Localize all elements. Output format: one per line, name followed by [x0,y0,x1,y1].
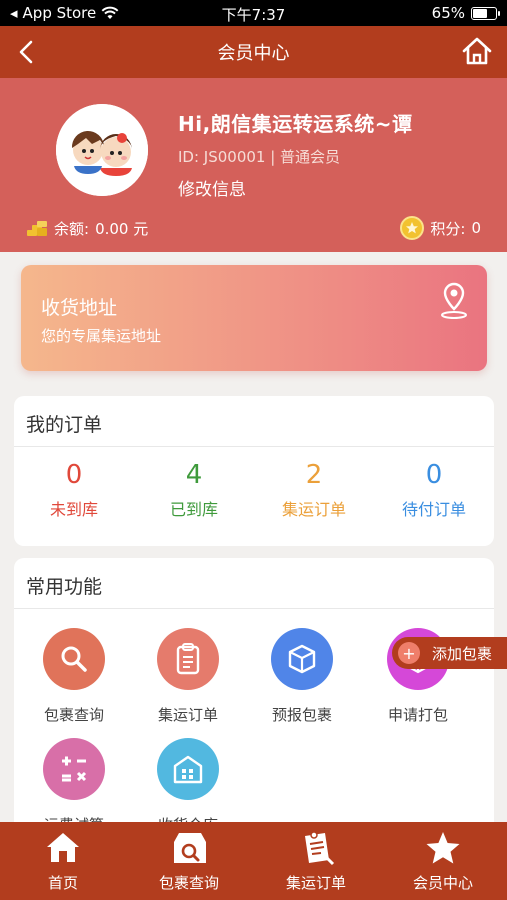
box-icon [288,644,316,674]
home-icon[interactable] [461,36,493,66]
func-label: 预报包裹 [271,706,332,724]
tab-label: 会员中心 [412,874,473,892]
func-icon-circle [271,628,333,690]
tab-home[interactable]: 首页 [0,822,126,900]
battery-percent: 65% [431,4,465,22]
func-consolidated-order[interactable]: 集运订单 [128,628,248,725]
points: 积分: 0 [400,216,481,240]
status-right: 65% [431,4,500,22]
order-stat-value: 0 [425,460,443,490]
order-stat-value: 2 [305,460,323,490]
page-title: 会员中心 [217,43,290,64]
func-icon-circle [43,628,105,690]
order-stat-unpaid[interactable]: 0 待付订单 [374,460,494,520]
shipping-address-card[interactable]: 收货地址 您的专属集运地址 [21,265,487,371]
my-orders-card: 我的订单 0 未到库 4 已到库 2 集运订单 0 待付订单 [14,396,494,546]
coins-icon [27,220,47,236]
func-parcel-search[interactable]: 包裹查询 [14,628,134,725]
points-coin-icon [400,216,425,240]
plus-icon: + [398,642,420,664]
user-name: Hi,朗信集运转运系统~谭 [178,112,413,136]
func-forecast-parcel[interactable]: 预报包裹 [242,628,362,725]
add-parcel-label: 添加包裹 [432,644,493,663]
balance-label: 余额: [54,220,90,238]
order-stat-not-arrived[interactable]: 0 未到库 [14,460,134,520]
common-functions-card: 常用功能 包裹查询 集运订单 预报包裹 申请打包 [14,558,494,838]
balance: 余额: 0.00 元 [26,218,148,239]
parcel-search-icon [174,833,206,863]
order-stat-value: 0 [65,460,83,490]
orders-title: 我的订单 [26,414,103,436]
tab-label: 包裹查询 [158,874,219,892]
add-parcel-button[interactable]: + 添加包裹 [392,637,507,669]
func-label: 包裹查询 [43,706,104,724]
functions-title: 常用功能 [26,576,103,598]
address-title: 收货地址 [41,297,118,319]
clipboard-icon [176,643,200,675]
home-icon [47,833,79,862]
func-icon-circle [157,628,219,690]
warehouse-icon [173,755,203,784]
address-subtitle: 您的专属集运地址 [41,327,162,345]
star-icon [426,832,460,864]
search-icon [61,646,87,672]
order-stat-label: 已到库 [169,500,218,519]
func-shipping-calculator[interactable]: 运费试算 [14,738,134,835]
order-stat-label: 待付订单 [401,500,466,519]
location-pin-icon [441,282,467,319]
func-icon-circle [157,738,219,800]
calculator-icon [62,756,87,782]
divider [14,608,494,609]
profile-header: Hi,朗信集运转运系统~谭 ID: JS00001 | 普通会员 修改信息 余额… [0,78,507,252]
order-icon [305,831,335,866]
battery-level [473,8,487,18]
divider [14,446,494,447]
bottom-tab-bar: 首页 包裹查询 集运订单 会员中心 [0,822,507,900]
order-stat-label: 未到库 [49,500,98,519]
user-id: ID: JS00001 | 普通会员 [178,148,341,166]
battery-icon [471,6,500,20]
func-icon-circle [43,738,105,800]
balance-value: 0.00 元 [95,220,149,238]
tab-consolidated-orders[interactable]: 集运订单 [253,822,379,900]
nav-bar: 会员中心 [0,26,507,78]
tab-member-center[interactable]: 会员中心 [380,822,506,900]
order-stat-arrived[interactable]: 4 已到库 [134,460,254,520]
tab-label: 集运订单 [285,874,346,892]
func-receiving-warehouse[interactable]: 收货仓库 [128,738,248,835]
points-value: 0 [471,219,481,237]
tab-parcel-search[interactable]: 包裹查询 [126,822,252,900]
tab-label: 首页 [47,874,78,892]
order-stat-label: 集运订单 [281,500,346,519]
order-stat-value: 4 [185,460,203,490]
status-bar: ◂ App Store 下午7:37 65% [0,0,507,26]
func-label: 申请打包 [387,706,448,724]
avatar[interactable] [56,104,148,196]
func-label: 集运订单 [157,706,218,724]
edit-info-link[interactable]: 修改信息 [178,175,246,200]
points-label: 积分: [430,219,466,238]
avatar-cartoon-icon [56,104,148,196]
order-stat-consolidated[interactable]: 2 集运订单 [254,460,374,520]
